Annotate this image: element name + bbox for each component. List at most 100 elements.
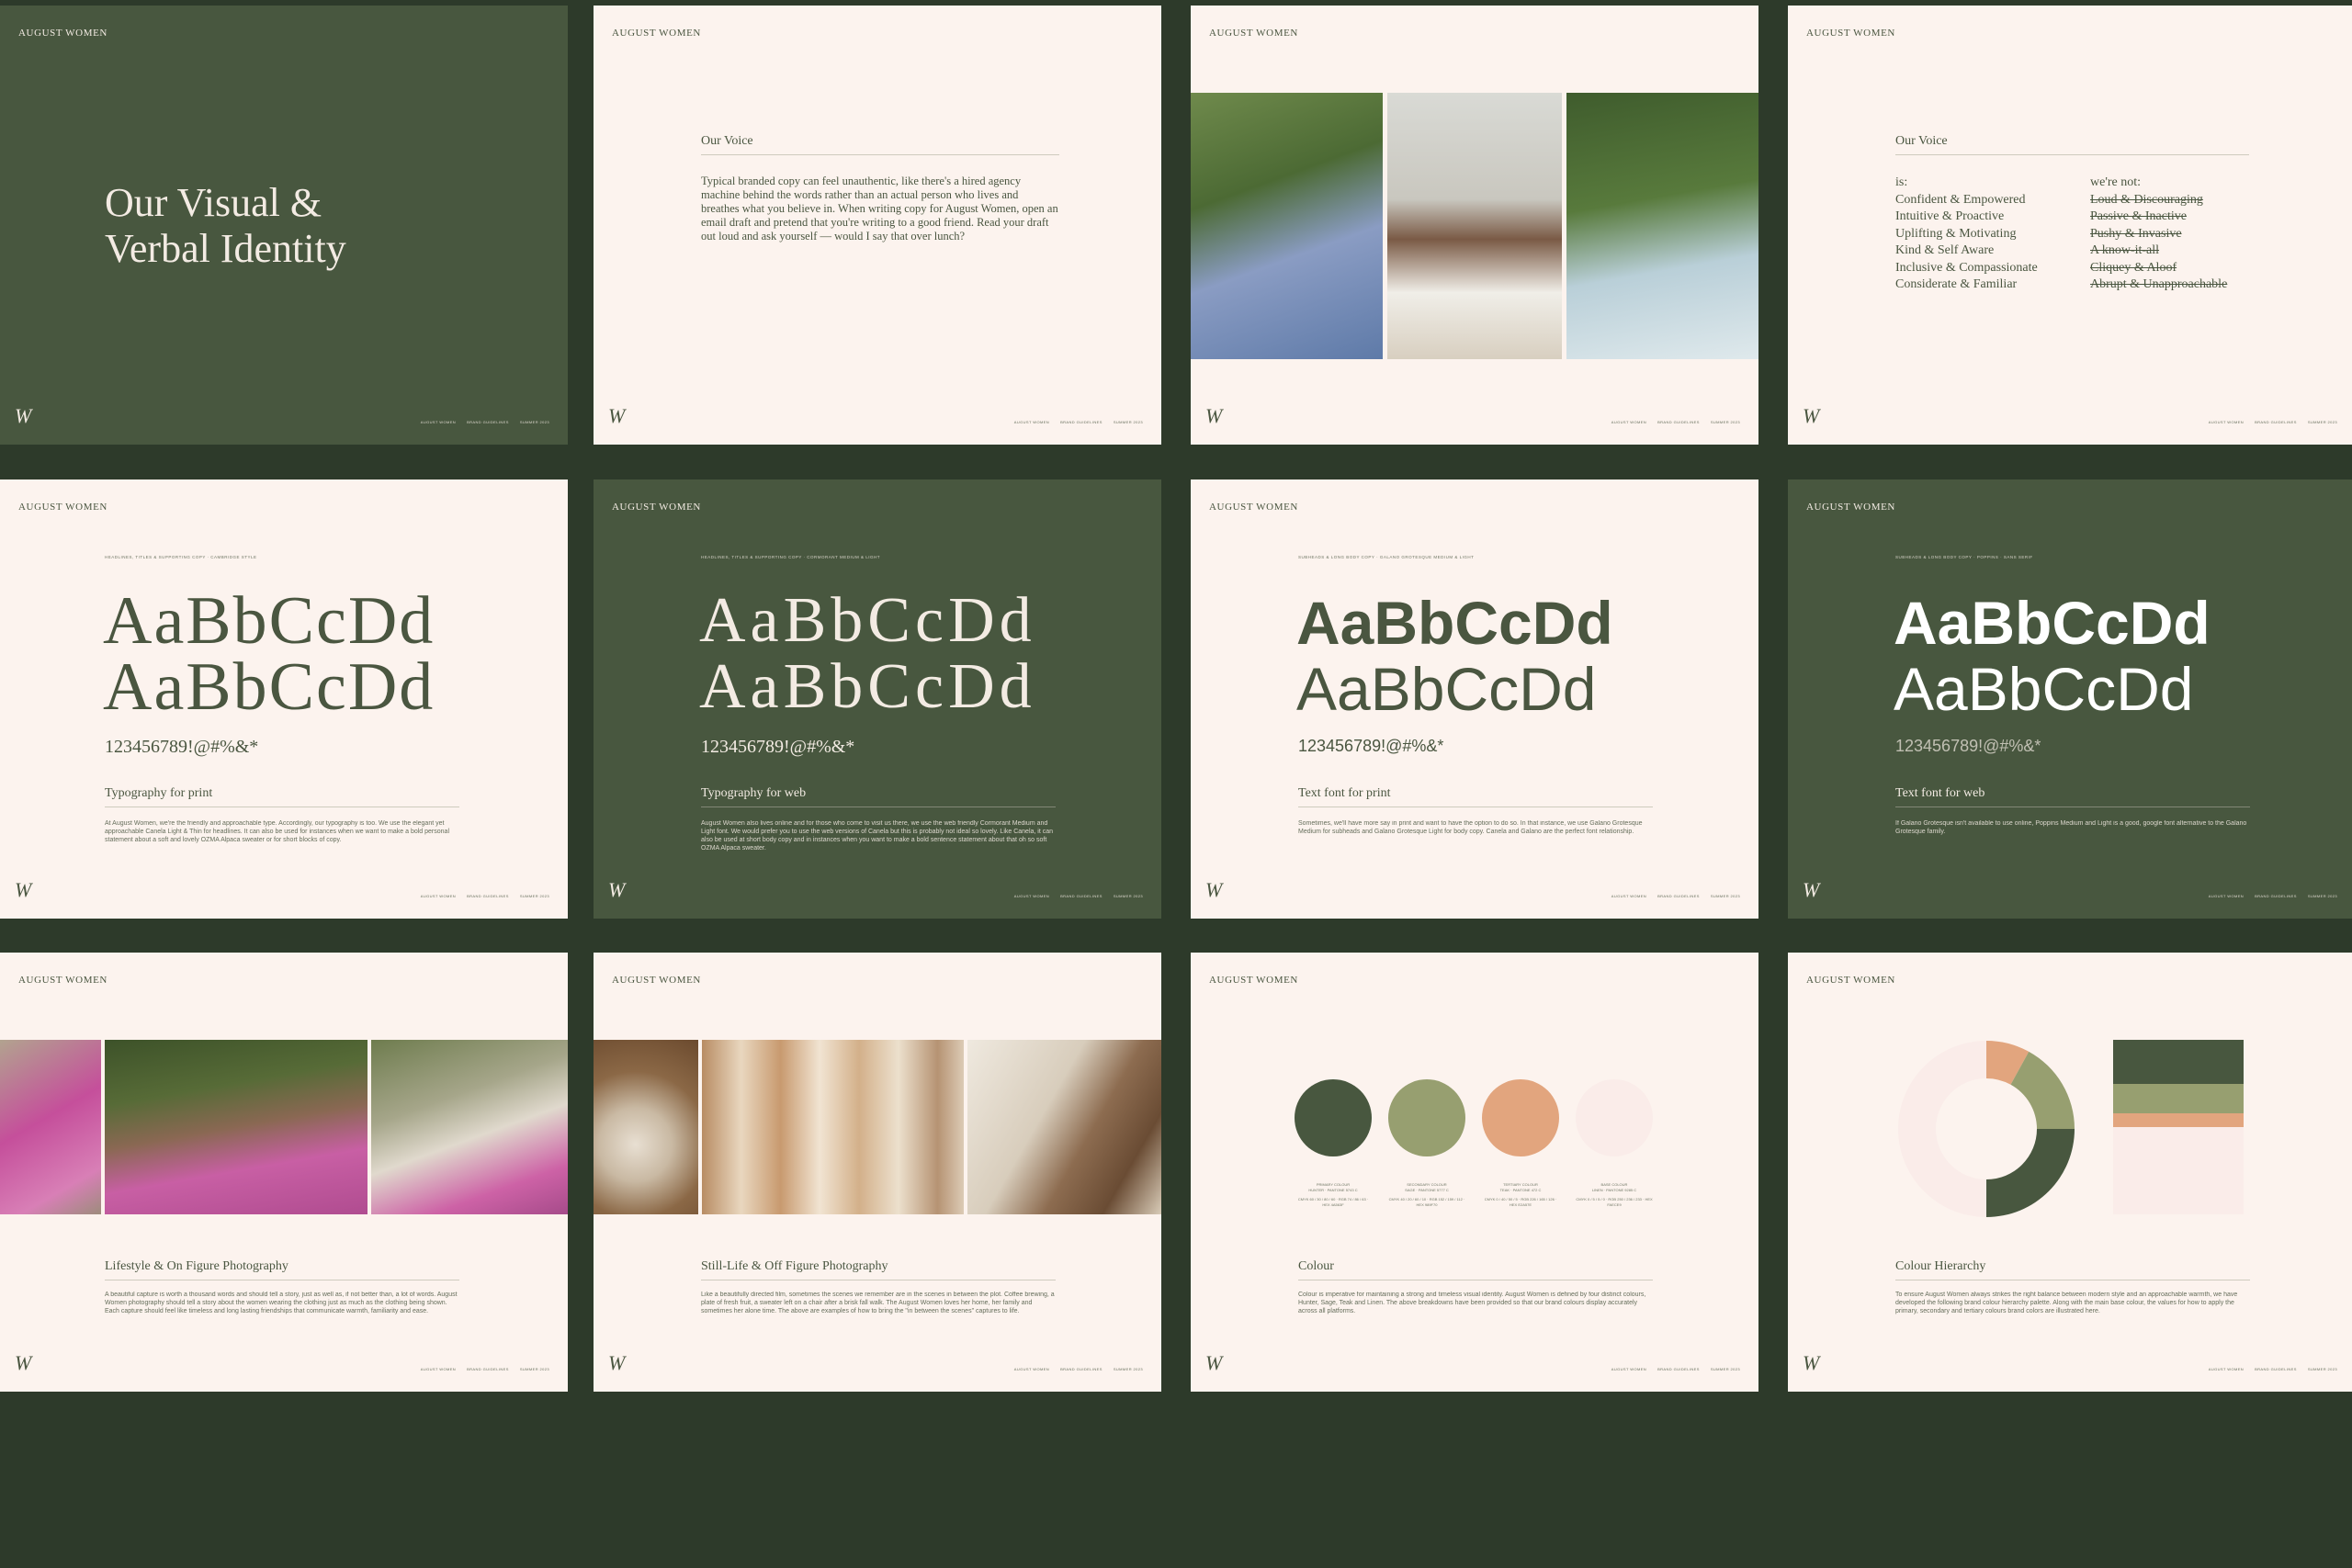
brand-wordmark: AUGUST WOMEN [612, 975, 701, 986]
footer-brand: AUGUST WOMEN [420, 420, 457, 424]
section-heading: Text font for print [1298, 786, 1653, 807]
specimen-line-2: AaBbCcDd [1296, 655, 1597, 723]
specimen-numerals: 123456789!@#%&* [701, 737, 855, 757]
footer-doc: BRAND GUIDELINES [1060, 894, 1102, 898]
specimen-numerals: 123456789!@#%&* [1895, 737, 2041, 755]
swatch-teak [1482, 1079, 1559, 1156]
brand-wordmark: AUGUST WOMEN [1209, 502, 1298, 513]
donut-slice-hunter [1986, 1129, 2075, 1217]
swatch-values: CMYK 40 / 20 / 60 / 10 · RGB 152 / 159 /… [1388, 1197, 1465, 1207]
brand-wordmark: AUGUST WOMEN [1806, 502, 1895, 513]
typeface-eyebrow: HEADLINES, TITLES & SUPPORTING COPY · CO… [701, 555, 880, 559]
is-item: Inclusive & Compassionate [1895, 260, 2038, 275]
footer-brand: AUGUST WOMEN [2208, 894, 2245, 898]
brand-wordmark: AUGUST WOMEN [1806, 28, 1895, 39]
brand-logo: W [1803, 404, 1819, 427]
slide-title: AUGUST WOMEN Our Visual & Verbal Identit… [0, 6, 568, 445]
specimen-line-1: AaBbCcDd [1894, 589, 2211, 657]
specimen-line-2: AaBbCcDd [699, 651, 1036, 722]
footer-doc: BRAND GUIDELINES [1657, 894, 1700, 898]
slide-colour-hierarchy: AUGUST WOMEN Colour Hierarchy To ensure … [1788, 953, 2352, 1392]
brand-logo: W [15, 1351, 31, 1374]
stack-segment-hunter [2113, 1040, 2244, 1084]
swatch-label-teak: TERTIARY COLOUR TEAK · PANTONE 472 C CMY… [1482, 1182, 1559, 1208]
brand-logo: W [1803, 1351, 1819, 1374]
photo-woman-pink-seated [371, 1040, 568, 1214]
footer-doc: BRAND GUIDELINES [467, 420, 509, 424]
title-line-2: Verbal Identity [105, 226, 346, 271]
brand-wordmark: AUGUST WOMEN [18, 502, 107, 513]
slide-footer: AUGUST WOMEN BRAND GUIDELINES SUMMER 202… [1014, 894, 1143, 898]
slide-footer: AUGUST WOMEN BRAND GUIDELINES SUMMER 202… [1014, 1367, 1143, 1371]
not-item: Cliquey & Aloof [2090, 260, 2177, 275]
brand-logo: W [1205, 878, 1222, 901]
section-heading: Lifestyle & On Figure Photography [105, 1259, 459, 1280]
slide-footer: AUGUST WOMEN BRAND GUIDELINES SUMMER 202… [2209, 1367, 2337, 1371]
footer-doc: BRAND GUIDELINES [467, 1367, 509, 1371]
is-item: Kind & Self Aware [1895, 243, 1995, 257]
footer-doc: BRAND GUIDELINES [1657, 420, 1700, 424]
not-label: we're not: [2090, 175, 2142, 189]
slide-voice-traits: AUGUST WOMEN Our Voice is: Confident & E… [1788, 6, 2352, 445]
is-label: is: [1895, 175, 1908, 189]
typeface-eyebrow: SUBHEADS & LONG BODY COPY · POPPINS · SA… [1895, 555, 2033, 559]
slide-typography-print: AUGUST WOMEN HEADLINES, TITLES & SUPPORT… [0, 479, 568, 919]
slide-footer: AUGUST WOMEN BRAND GUIDELINES SUMMER 202… [1014, 420, 1143, 424]
slide-footer: AUGUST WOMEN BRAND GUIDELINES SUMMER 202… [2209, 894, 2337, 898]
footer-doc: BRAND GUIDELINES [1657, 1367, 1700, 1371]
footer-season: SUMMER 2023 [519, 1367, 549, 1371]
section-body: At August Women, we're the friendly and … [105, 820, 449, 843]
slide-footer: AUGUST WOMEN BRAND GUIDELINES SUMMER 202… [421, 894, 549, 898]
swatch-label-sage: SECONDARY COLOUR SAGE · PANTONE 5777 C C… [1388, 1182, 1465, 1208]
brand-wordmark: AUGUST WOMEN [18, 975, 107, 986]
footer-brand: AUGUST WOMEN [1611, 894, 1647, 898]
footer-doc: BRAND GUIDELINES [467, 894, 509, 898]
section-heading: Text font for web [1895, 786, 2250, 807]
footer-brand: AUGUST WOMEN [1013, 420, 1050, 424]
slide-footer: AUGUST WOMEN BRAND GUIDELINES SUMMER 202… [421, 420, 549, 424]
swatch-sub: LINEN · PANTONE 9285 C [1591, 1188, 1637, 1192]
swatch-hunter [1295, 1079, 1372, 1156]
section-body: If Galano Grotesque isn't available to u… [1895, 820, 2247, 835]
is-item: Confident & Empowered [1895, 192, 2026, 207]
footer-brand: AUGUST WOMEN [1611, 1367, 1647, 1371]
footer-season: SUMMER 2023 [1113, 1367, 1143, 1371]
slide-footer: AUGUST WOMEN BRAND GUIDELINES SUMMER 202… [1611, 420, 1740, 424]
brand-wordmark: AUGUST WOMEN [18, 28, 107, 39]
not-item: Loud & Discouraging [2090, 192, 2203, 207]
footer-brand: AUGUST WOMEN [1013, 894, 1050, 898]
photo-woman-pink-flute [0, 1040, 101, 1214]
photo-woman-linen-shirt [1566, 93, 1758, 359]
photo-clothing-rack [702, 1040, 964, 1214]
page-title: Our Visual & Verbal Identity [105, 180, 346, 272]
slide-typography-web: AUGUST WOMEN HEADLINES, TITLES & SUPPORT… [594, 479, 1161, 919]
not-item: A know-it-all [2090, 243, 2160, 257]
brand-wordmark: AUGUST WOMEN [1806, 975, 1895, 986]
footer-brand: AUGUST WOMEN [2208, 1367, 2245, 1371]
stack-segment-teak [2113, 1112, 2244, 1127]
footer-season: SUMMER 2023 [519, 894, 549, 898]
specimen-line-1: AaBbCcDd [103, 583, 435, 659]
footer-season: SUMMER 2023 [1113, 894, 1143, 898]
brand-logo: W [608, 878, 625, 901]
voice-body: Typical branded copy can feel unauthenti… [701, 175, 1058, 243]
section-heading: Still-Life & Off Figure Photography [701, 1259, 1056, 1280]
swatch-sub: TEAK · PANTONE 472 C [1499, 1188, 1542, 1192]
footer-doc: BRAND GUIDELINES [2255, 420, 2297, 424]
photo-woman-white-shirt [1387, 93, 1562, 359]
swatch-sub: HUNTER · PANTONE 5743 C [1308, 1188, 1358, 1192]
swatch-values: CMYK 60 / 30 / 80 / 60 · RGB 74 / 86 / 6… [1297, 1197, 1369, 1207]
swatch-values: CMYK 0 / 5 / 5 / 0 · RGB 250 / 236 / 233… [1576, 1197, 1653, 1207]
title-line-1: Our Visual & [105, 180, 322, 225]
typeface-eyebrow: HEADLINES, TITLES & SUPPORTING COPY · CA… [105, 555, 257, 559]
swatch-sub: SAGE · PANTONE 5777 C [1405, 1188, 1449, 1192]
slide-footer: AUGUST WOMEN BRAND GUIDELINES SUMMER 202… [421, 1367, 549, 1371]
footer-season: SUMMER 2023 [519, 420, 549, 424]
footer-season: SUMMER 2023 [2307, 420, 2337, 424]
section-body: Sometimes, we'll have more say in print … [1298, 820, 1643, 835]
footer-brand: AUGUST WOMEN [420, 894, 457, 898]
section-heading: Our Voice [701, 134, 1059, 155]
section-heading: Colour [1298, 1259, 1653, 1280]
specimen-line-2: AaBbCcDd [103, 649, 435, 725]
photo-fruit-plate [594, 1040, 698, 1214]
